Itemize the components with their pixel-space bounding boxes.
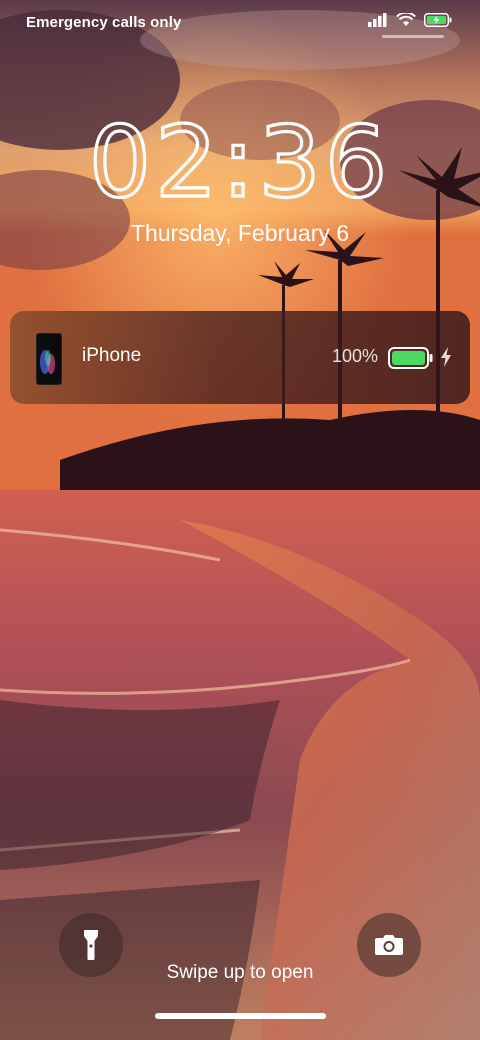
wifi-icon [396,13,416,26]
battery-charging-icon [424,13,452,27]
lock-clock: 02:36 [87,116,391,216]
status-icons [368,13,452,27]
device-thumbnail [36,333,62,385]
lock-date: Thursday, February 6 [130,220,350,246]
battery-icon [388,347,433,369]
battery-percent: 100% [331,346,378,366]
swipe-up-hint: Swipe up to open [166,962,314,983]
flashlight-icon [84,930,98,960]
signal-icon [368,13,387,27]
device-name: iPhone [82,345,142,366]
lock-time: 02:36 [89,116,391,216]
camera-icon [375,935,403,955]
status-divider [382,35,444,38]
home-indicator[interactable] [155,1013,326,1019]
carrier-label: Emergency calls only [26,14,182,31]
charging-bolt-icon [441,347,451,367]
battery-widget[interactable]: iPhone 100% [10,311,470,404]
status-bar: Emergency calls only [0,0,480,44]
